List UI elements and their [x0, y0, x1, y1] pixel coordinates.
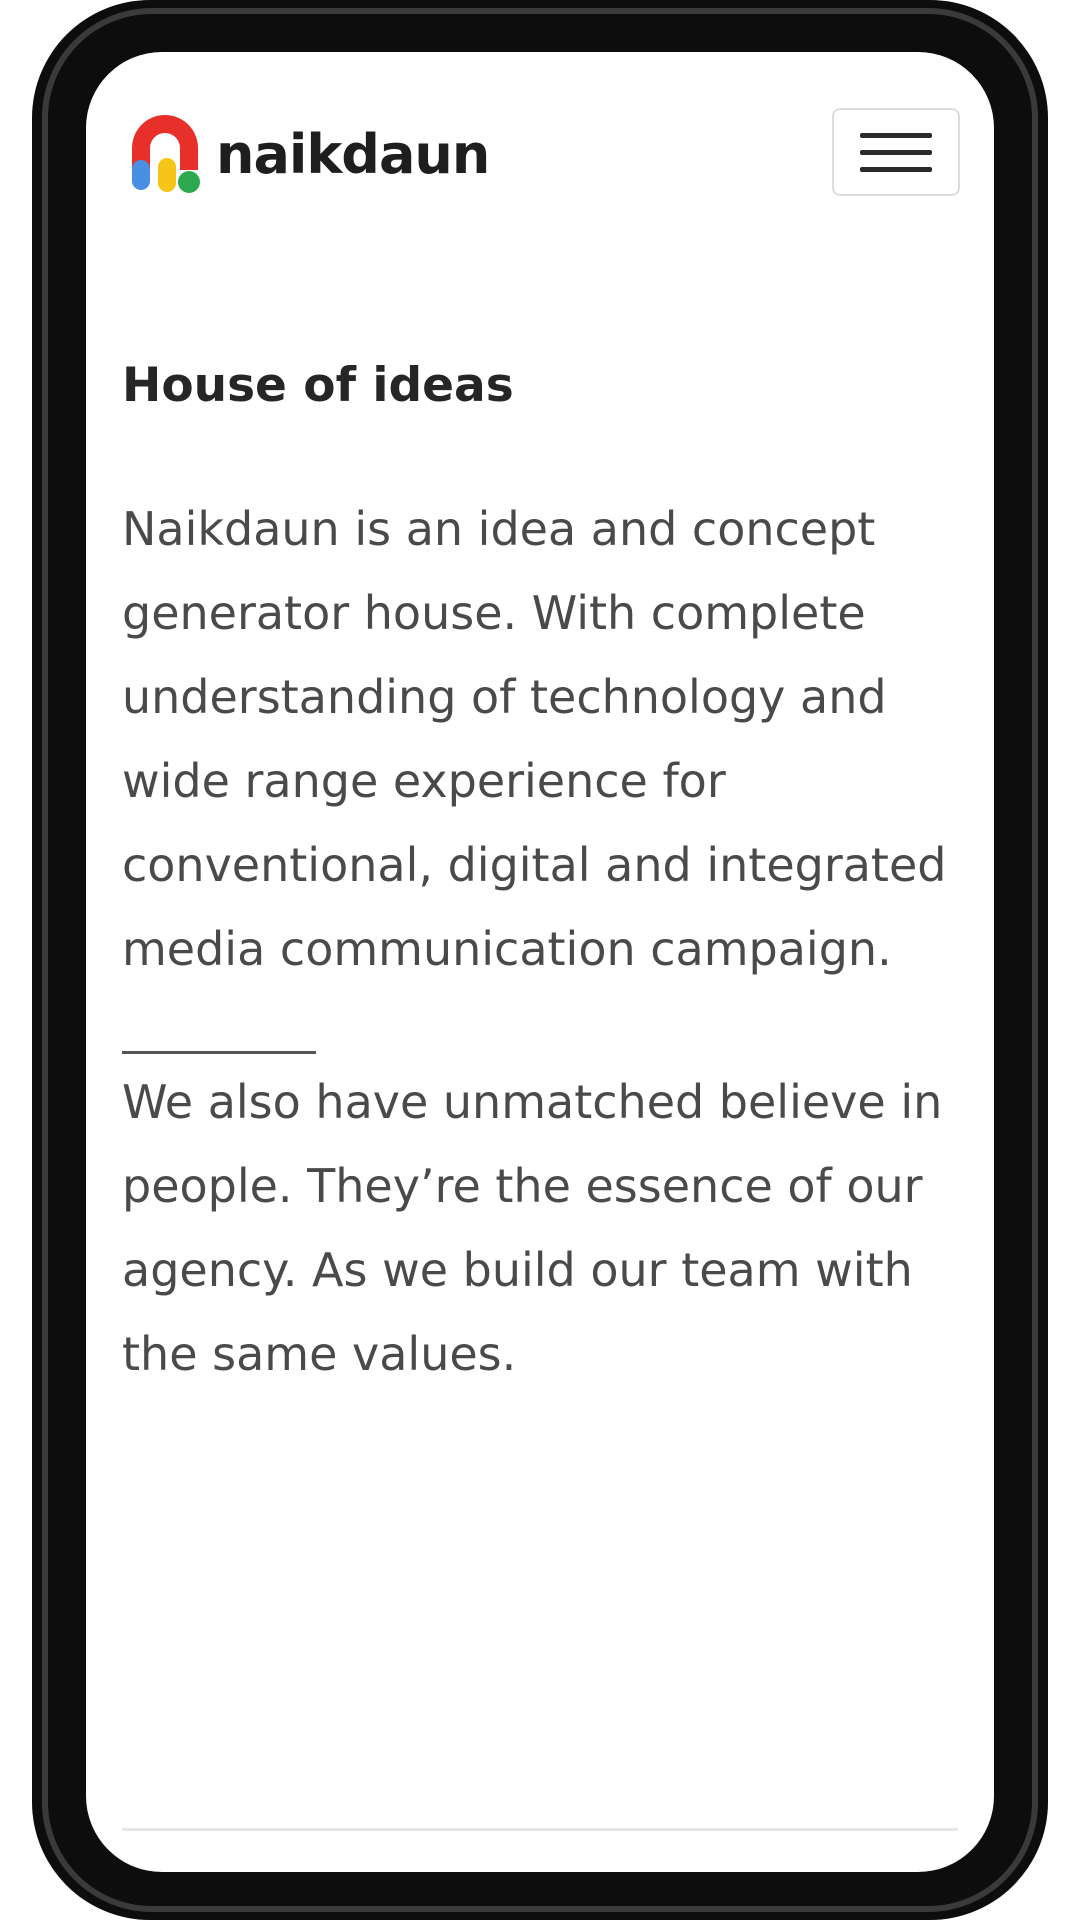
hamburger-icon [860, 121, 932, 184]
site-header: naikdaun [86, 52, 994, 222]
phone-screen: naikdaun House of ideas Naikdaun is an i… [86, 52, 994, 1872]
naikdaun-logo-icon [132, 115, 200, 193]
brand-name: naikdaun [216, 123, 490, 186]
menu-toggle-button[interactable] [832, 108, 960, 196]
phone-frame: naikdaun House of ideas Naikdaun is an i… [32, 0, 1048, 1920]
brand-logo[interactable]: naikdaun [128, 114, 490, 196]
people-paragraph: We also have unmatched believe in people… [122, 1075, 943, 1381]
page-title: House of ideas [122, 358, 514, 413]
section-divider [122, 1051, 316, 1054]
intro-paragraph: Naikdaun is an idea and concept generato… [122, 502, 947, 976]
main-content: House of ideas Naikdaun is an idea and c… [122, 362, 958, 1396]
footer-divider [122, 1828, 958, 1831]
